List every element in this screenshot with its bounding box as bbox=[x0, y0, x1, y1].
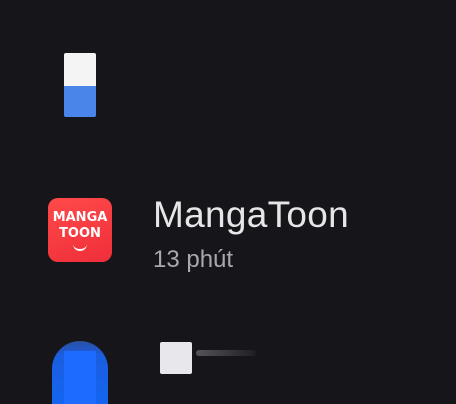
icon-upper-part bbox=[64, 53, 96, 86]
app-name: MangaToon bbox=[153, 194, 350, 235]
app-usage-time: 13 phút bbox=[153, 246, 234, 273]
icon-lower-part bbox=[64, 86, 96, 117]
icon-stripe bbox=[64, 351, 96, 404]
partial-app-label bbox=[196, 350, 256, 356]
generic-app-icon bbox=[64, 53, 96, 117]
blue-app-icon bbox=[52, 341, 108, 404]
logo-text-line-1: MANGA bbox=[52, 210, 108, 225]
logo-text-line-2: TOON bbox=[59, 226, 101, 241]
partial-app-thumbnail bbox=[160, 342, 192, 374]
logo-smile bbox=[73, 242, 87, 251]
mangatoon-logo-icon: MANGA TOON bbox=[48, 198, 112, 262]
